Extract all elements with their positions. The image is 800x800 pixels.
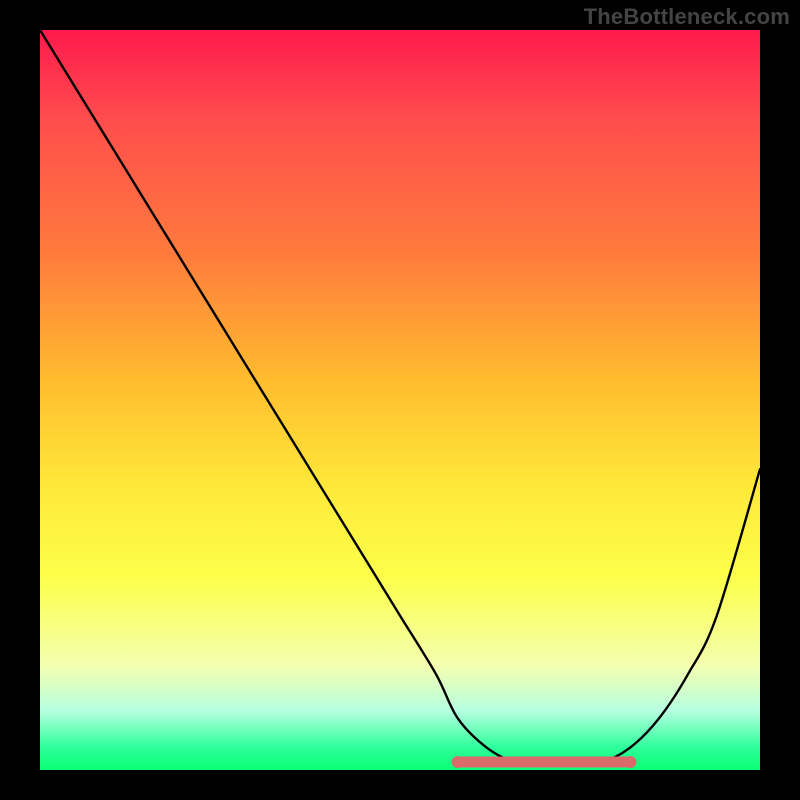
flat-segment-cap-left <box>452 756 464 768</box>
curve-path <box>40 30 760 763</box>
plot-area <box>40 30 760 770</box>
flat-segment-cap-right <box>624 756 636 768</box>
attribution-text: TheBottleneck.com <box>584 4 790 30</box>
chart-frame: TheBottleneck.com <box>0 0 800 800</box>
bottleneck-curve <box>40 30 760 770</box>
